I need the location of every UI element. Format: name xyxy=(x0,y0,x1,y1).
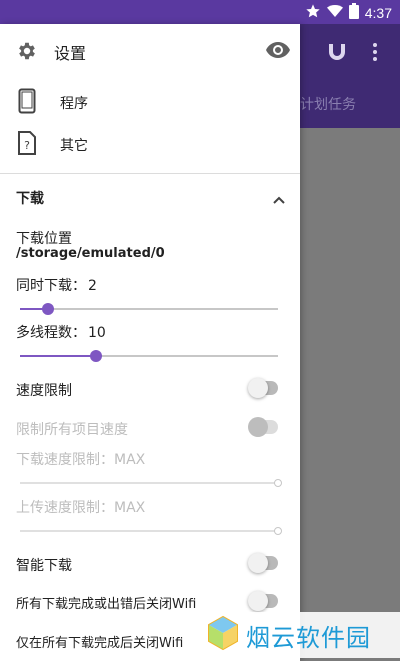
star-icon xyxy=(305,3,321,23)
unknown-file-icon: ? xyxy=(18,131,36,159)
concurrent-download-setting: 同时下载： 2 xyxy=(16,275,97,295)
close-wifi-all-toggle[interactable] xyxy=(248,591,278,611)
status-bar: 4:37 xyxy=(0,0,400,24)
divider xyxy=(0,173,300,174)
battery-icon xyxy=(348,3,359,23)
drawer-header: 设置 xyxy=(0,24,300,78)
slider-thumb[interactable] xyxy=(90,350,103,362)
download-speed-setting: 下载速度限制：MAX xyxy=(16,449,145,469)
slider-track xyxy=(20,308,278,310)
close-wifi-all-label: 所有下载完成或出错后关闭Wifi xyxy=(16,597,197,612)
nav-item-label: 程序 xyxy=(60,96,88,112)
eye-icon[interactable] xyxy=(266,42,290,62)
phone-icon xyxy=(18,88,36,118)
magnet-icon[interactable] xyxy=(328,42,346,66)
background-toolbar: 计划任务 xyxy=(300,24,400,128)
wifi-icon xyxy=(326,3,343,23)
navigation-drawer: 设置 程序 ? 其它 下载 下载位置 /storage/emulated/0 同… xyxy=(0,24,300,661)
smart-download-label: 智能下载 xyxy=(16,558,72,574)
speed-limit-toggle[interactable] xyxy=(248,378,278,398)
threads-label: 多线程数： xyxy=(16,325,86,341)
chevron-up-icon[interactable] xyxy=(272,190,286,209)
toggle-knob xyxy=(248,553,268,573)
slider-thumb[interactable] xyxy=(42,303,55,315)
speed-limit-label: 速度限制 xyxy=(16,383,72,399)
download-location-label[interactable]: 下载位置 xyxy=(16,228,72,248)
status-time: 4:37 xyxy=(364,5,392,21)
upload-speed-setting: 上传速度限制：MAX xyxy=(16,497,145,517)
upload-speed-label: 上传速度限制： xyxy=(16,500,114,516)
limit-all-toggle[interactable] xyxy=(248,417,278,437)
toggle-knob xyxy=(248,378,268,398)
toolbar-tab-text: 计划任务 xyxy=(300,97,356,113)
section-title-download: 下载 xyxy=(16,191,44,207)
concurrent-value: 2 xyxy=(88,278,97,294)
gear-icon xyxy=(16,40,38,66)
close-wifi-only-label: 仅在所有下载完成后关闭Wifi xyxy=(16,636,184,651)
download-speed-value: MAX xyxy=(114,452,146,468)
upload-speed-slider[interactable] xyxy=(20,524,282,538)
cube-logo-icon xyxy=(206,615,240,655)
watermark-text: 烟云软件园 xyxy=(246,623,371,652)
concurrent-label: 同时下载： xyxy=(16,278,86,294)
more-vert-icon[interactable] xyxy=(372,42,378,66)
slider-track xyxy=(20,530,278,532)
watermark: 烟云软件园 xyxy=(206,612,400,658)
nav-item-label: 其它 xyxy=(60,138,88,154)
slider-fill xyxy=(20,355,97,357)
toggle-knob xyxy=(248,591,268,611)
slider-thumb[interactable] xyxy=(274,527,282,535)
thread-count-slider[interactable] xyxy=(20,349,278,363)
thread-count-setting: 多线程数： 10 xyxy=(16,322,106,342)
slider-thumb[interactable] xyxy=(274,479,282,487)
upload-speed-value: MAX xyxy=(114,500,146,516)
nav-item-program[interactable]: 程序 xyxy=(0,82,300,124)
slider-track xyxy=(20,482,278,484)
download-speed-label: 下载速度限制： xyxy=(16,452,114,468)
svg-text:?: ? xyxy=(24,139,30,152)
nav-item-other[interactable]: ? 其它 xyxy=(0,124,300,166)
smart-download-toggle[interactable] xyxy=(248,553,278,573)
download-speed-slider[interactable] xyxy=(20,476,282,490)
download-location-value: /storage/emulated/0 xyxy=(16,246,165,261)
drawer-title: 设置 xyxy=(54,44,87,63)
toggle-knob xyxy=(248,417,268,437)
threads-value: 10 xyxy=(88,325,106,341)
concurrent-slider[interactable] xyxy=(20,302,278,316)
limit-all-label: 限制所有项目速度 xyxy=(16,422,128,438)
scrim[interactable] xyxy=(300,128,400,661)
